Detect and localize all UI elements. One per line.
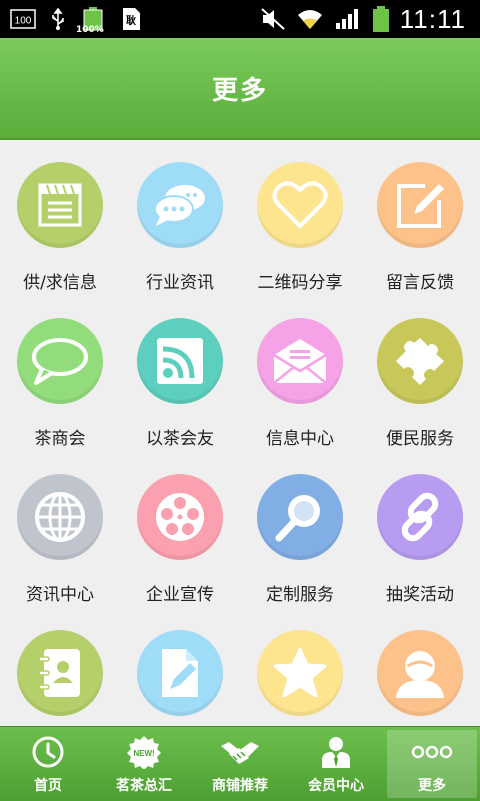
grid-item-label: 茶商会 xyxy=(34,429,86,449)
usb-icon xyxy=(50,5,66,33)
new-badge-icon: NEW! xyxy=(125,735,163,769)
globe-icon xyxy=(17,474,103,560)
tab-home[interactable]: 首页 xyxy=(0,727,96,801)
user-avatar-icon xyxy=(377,630,463,716)
grid-item-custom-service[interactable]: 定制服务 xyxy=(240,452,360,608)
svg-text:NEW!: NEW! xyxy=(133,749,154,758)
grid-item-supply-demand[interactable]: 供/求信息 xyxy=(0,140,120,296)
member-icon xyxy=(319,735,353,769)
grid-item-feedback[interactable]: 留言反馈 xyxy=(360,140,480,296)
feature-grid: 供/求信息 行业资讯 二维码分享 留言反馈 茶商会 以茶会友 信息中心 便民服务… xyxy=(0,140,480,726)
contacts-book-icon xyxy=(17,630,103,716)
pencil-edit-icon xyxy=(377,162,463,248)
grid-item-label: 资讯中心 xyxy=(26,585,94,605)
magnifier-icon xyxy=(257,474,343,560)
tab-member-center[interactable]: 会员中心 xyxy=(288,727,384,801)
speech-bubble-icon xyxy=(17,318,103,404)
sim-icon: 耿 xyxy=(120,5,142,33)
page-header: 更多 xyxy=(0,38,480,140)
bottom-tab-bar: 首页 NEW! 茗茶总汇 商铺推荐 会员中心 更多 xyxy=(0,726,480,801)
page-title: 更多 xyxy=(211,75,268,106)
rss-icon xyxy=(137,318,223,404)
grid-item-news-center[interactable]: 资讯中心 xyxy=(0,452,120,608)
tab-tea-collection[interactable]: NEW! 茗茶总汇 xyxy=(96,727,192,801)
tab-more[interactable]: 更多 xyxy=(387,730,477,798)
svg-text:100: 100 xyxy=(15,16,32,27)
chain-link-icon xyxy=(377,474,463,560)
film-reel-icon xyxy=(137,474,223,560)
grid-item-label: 二维码分享 xyxy=(257,273,343,293)
grid-item-tea-friends[interactable]: 以茶会友 xyxy=(120,296,240,452)
grid-item-contacts[interactable] xyxy=(0,608,120,726)
puzzle-icon xyxy=(377,318,463,404)
grid-item-industry-news[interactable]: 行业资讯 xyxy=(120,140,240,296)
clock-time: 11:11 xyxy=(399,3,466,34)
clock-icon xyxy=(31,735,65,769)
star-icon xyxy=(257,630,343,716)
svg-text:耿: 耿 xyxy=(126,14,136,27)
more-dots-icon xyxy=(410,735,454,769)
grid-item-info-center[interactable]: 信息中心 xyxy=(240,296,360,452)
notification-box-icon: 100 xyxy=(10,5,36,33)
battery-charging-icon: 100% xyxy=(76,5,106,35)
grid-item-label: 以茶会友 xyxy=(146,429,214,449)
grid-item-label: 留言反馈 xyxy=(386,273,454,293)
grid-item-label: 便民服务 xyxy=(386,429,454,449)
grid-item-tea-chamber[interactable]: 茶商会 xyxy=(0,296,120,452)
mute-icon xyxy=(260,5,286,33)
grid-item-label: 企业宣传 xyxy=(146,585,214,605)
grid-item-label: 定制服务 xyxy=(266,585,334,605)
document-icon xyxy=(17,162,103,248)
grid-item-label: 供/求信息 xyxy=(23,273,97,293)
grid-item-lottery[interactable]: 抽奖活动 xyxy=(360,452,480,608)
grid-item-edit-file[interactable] xyxy=(120,608,240,726)
signal-icon xyxy=(334,5,362,33)
grid-item-label: 抽奖活动 xyxy=(386,585,454,605)
chat-bubbles-icon xyxy=(137,162,223,248)
grid-item-promotion[interactable]: 企业宣传 xyxy=(120,452,240,608)
grid-item-label: 行业资讯 xyxy=(146,273,214,293)
grid-item-qrcode-share[interactable]: 二维码分享 xyxy=(240,140,360,296)
grid-item-profile[interactable] xyxy=(360,608,480,726)
grid-item-favorites[interactable] xyxy=(240,608,360,726)
wifi-icon xyxy=(296,5,324,33)
envelope-icon xyxy=(257,318,343,404)
heart-icon xyxy=(257,162,343,248)
tab-shop-recommend[interactable]: 商铺推荐 xyxy=(192,727,288,801)
battery-icon xyxy=(372,5,390,33)
status-bar: 100 100% 耿 11:11 xyxy=(0,0,480,38)
handshake-icon xyxy=(219,735,261,769)
grid-item-label: 信息中心 xyxy=(266,429,334,449)
grid-item-convenience[interactable]: 便民服务 xyxy=(360,296,480,452)
edit-file-icon xyxy=(137,630,223,716)
